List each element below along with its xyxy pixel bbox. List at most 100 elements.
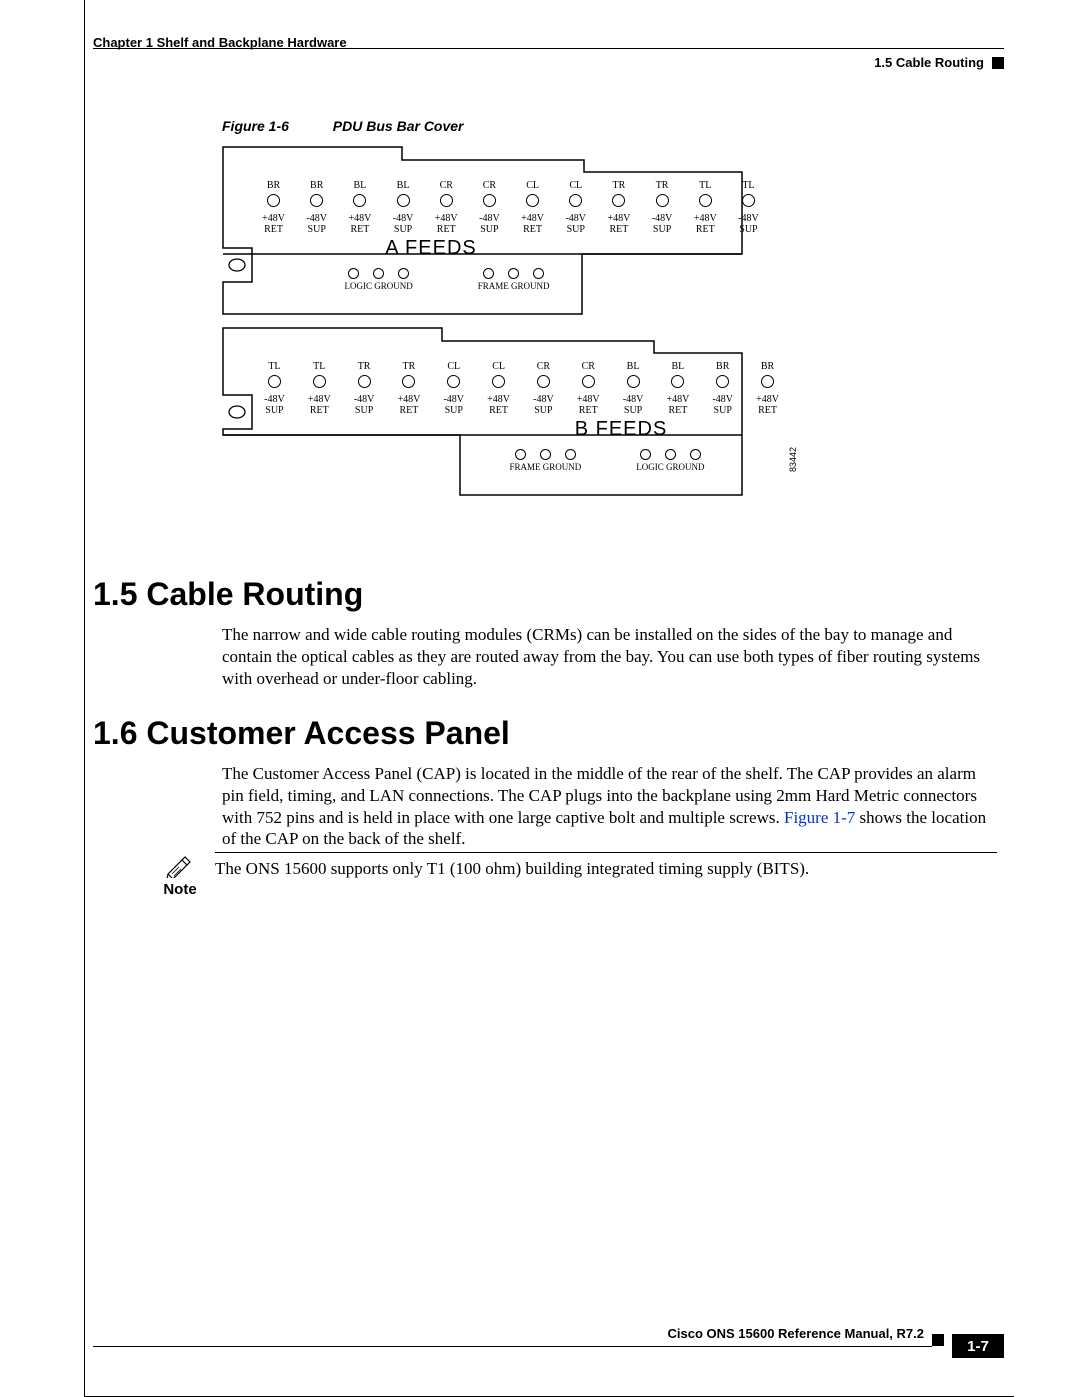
terminal-top-label: CL (562, 180, 589, 191)
pencil-icon (165, 852, 195, 878)
terminal-top-label: CL (439, 361, 468, 372)
terminal: TL-48VSUP (735, 180, 762, 235)
terminal-top-label: CR (433, 180, 460, 191)
ground-row-b: FRAME GROUND LOGIC GROUND (482, 449, 732, 472)
terminal: BR+48VRET (753, 361, 782, 416)
terminal-hole-icon (612, 194, 625, 207)
section-ref: 1.5 Cable Routing (874, 55, 984, 70)
terminal-hole-icon (742, 194, 755, 207)
note-block: Note The ONS 15600 supports only T1 (100… (163, 852, 997, 898)
terminal-voltage-label: +48V (484, 394, 513, 405)
ground-hole-icon (373, 268, 384, 279)
terminal-voltage-label: -48V (260, 394, 289, 405)
ground-label: LOGIC GROUND (636, 462, 704, 472)
terminal-role-label: SUP (439, 405, 468, 416)
header-accent-square (992, 57, 1004, 69)
footer-page-number: 1-7 (952, 1334, 1004, 1358)
terminal-role-label: SUP (708, 405, 737, 416)
terminal-role-label: RET (305, 405, 334, 416)
note-icon-col: Note (163, 852, 197, 898)
terminal-top-label: BR (753, 361, 782, 372)
figure-number: Figure 1-6 (222, 118, 289, 134)
ground-holes (344, 268, 412, 279)
terminal-voltage-label: +48V (260, 213, 287, 224)
terminal-hole-icon (582, 375, 595, 388)
ground-label: FRAME GROUND (509, 462, 581, 472)
feed-title-a: A FEEDS (260, 237, 602, 260)
figure-1-7-link[interactable]: Figure 1-7 (784, 808, 855, 827)
ground-group: LOGIC GROUND (636, 449, 704, 472)
panel-b-body: TL-48VSUPTL+48VRETTR-48VSUPTR+48VRETCL-4… (222, 327, 782, 472)
terminal-voltage-label: +48V (753, 394, 782, 405)
terminal-role-label: SUP (619, 405, 648, 416)
terminal-hole-icon (761, 375, 774, 388)
terminal-voltage-label: +48V (574, 394, 603, 405)
terminal-hole-icon (402, 375, 415, 388)
terminal-hole-icon (447, 375, 460, 388)
terminal-role-label: RET (260, 224, 287, 235)
ground-hole-icon (640, 449, 651, 460)
terminal: TL +48VRET (692, 180, 719, 235)
terminal-hole-icon (313, 375, 326, 388)
terminal-role-label: RET (692, 224, 719, 235)
terminal-voltage-label: +48V (433, 213, 460, 224)
terminal-voltage-label: +48V (519, 213, 546, 224)
terminal-top-label: TR (649, 180, 676, 191)
note-label: Note (163, 881, 196, 898)
terminal-row-a: BR+48VRETBR-48VSUPBL+48VRETBL-48VSUPCR+4… (260, 180, 762, 235)
ground-hole-icon (565, 449, 576, 460)
terminal-row-b: TL-48VSUPTL+48VRETTR-48VSUPTR+48VRETCL-4… (260, 361, 782, 416)
ground-hole-icon (533, 268, 544, 279)
terminal: CR-48VSUP (529, 361, 558, 416)
terminal: CL-48VSUP (439, 361, 468, 416)
ground-label: LOGIC GROUND (344, 281, 412, 291)
terminal-hole-icon (699, 194, 712, 207)
ground-holes (509, 449, 581, 460)
terminal-top-label: TL (692, 180, 719, 191)
ground-group: FRAME GROUND (478, 268, 550, 291)
terminal-top-label: CL (484, 361, 513, 372)
terminal-role-label: RET (519, 224, 546, 235)
terminal-role-label: SUP (260, 405, 289, 416)
terminal-voltage-label: -48V (529, 394, 558, 405)
terminal: TL+48VRET (305, 361, 334, 416)
terminal-role-label: RET (346, 224, 373, 235)
ground-label: FRAME GROUND (478, 281, 550, 291)
ground-group: FRAME GROUND (509, 449, 581, 472)
panel-a-body: BR+48VRETBR-48VSUPBL+48VRETBL-48VSUPCR+4… (222, 146, 762, 291)
terminal-role-label: SUP (529, 405, 558, 416)
header-section: 1.5 Cable Routing (874, 55, 1004, 70)
terminal-hole-icon (267, 194, 280, 207)
para-1-6: The Customer Access Panel (CAP) is locat… (222, 763, 997, 850)
terminal-role-label: RET (484, 405, 513, 416)
terminal: CR-48VSUP (476, 180, 503, 235)
terminal-hole-icon (492, 375, 505, 388)
terminal-top-label: CL (519, 180, 546, 191)
terminal-hole-icon (537, 375, 550, 388)
heading-1-5: 1.5 Cable Routing (93, 576, 363, 613)
heading-1-6: 1.6 Customer Access Panel (93, 715, 510, 752)
terminal-voltage-label: +48V (346, 213, 373, 224)
ground-hole-icon (398, 268, 409, 279)
ground-group: LOGIC GROUND (344, 268, 412, 291)
terminal-voltage-label: -48V (476, 213, 503, 224)
terminal: BL-48VSUP (619, 361, 648, 416)
terminal-voltage-label: -48V (350, 394, 379, 405)
note-text: The ONS 15600 supports only T1 (100 ohm)… (215, 852, 997, 879)
terminal-voltage-label: -48V (649, 213, 676, 224)
terminal: TR-48VSUP (350, 361, 379, 416)
terminal-voltage-label: +48V (605, 213, 632, 224)
terminal: BR+48VRET (260, 180, 287, 235)
terminal: BL-48VSUP (389, 180, 416, 235)
terminal-voltage-label: +48V (692, 213, 719, 224)
terminal-hole-icon (716, 375, 729, 388)
terminal-role-label: SUP (649, 224, 676, 235)
footer-accent-square (932, 1334, 944, 1346)
terminal-hole-icon (268, 375, 281, 388)
terminal-role-label: SUP (562, 224, 589, 235)
terminal-hole-icon (671, 375, 684, 388)
terminal: CL-48VSUP (562, 180, 589, 235)
terminal-top-label: CR (574, 361, 603, 372)
figure-caption: Figure 1-6 PDU Bus Bar Cover (222, 118, 812, 134)
terminal-top-label: BL (663, 361, 692, 372)
